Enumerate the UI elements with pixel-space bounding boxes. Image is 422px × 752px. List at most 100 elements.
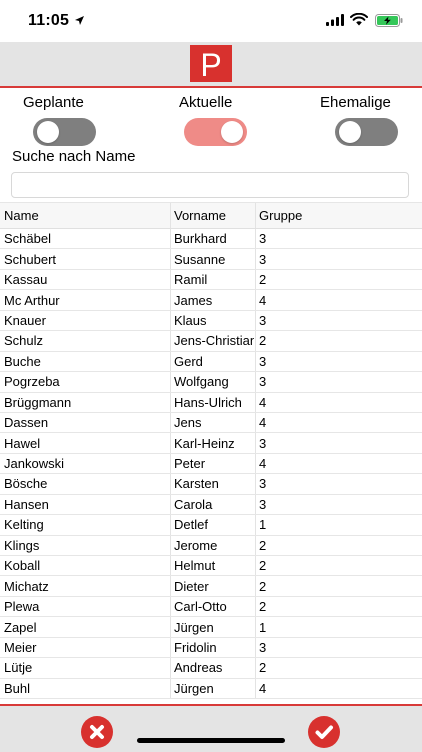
battery-charging-icon bbox=[375, 14, 403, 27]
table-row[interactable]: Kelting Detlef 1 bbox=[0, 515, 422, 536]
toggle-knob bbox=[37, 121, 59, 143]
table-row[interactable]: Hansen Carola 3 bbox=[0, 494, 422, 516]
table-row[interactable]: Klings Jerome 2 bbox=[0, 535, 422, 556]
table-row[interactable]: Pogrzeba Wolfgang 3 bbox=[0, 372, 422, 393]
cell-name: Schulz bbox=[4, 333, 44, 349]
footer-bar bbox=[0, 704, 422, 752]
close-icon bbox=[90, 725, 104, 739]
table-row[interactable]: Buhl Jürgen 4 bbox=[0, 678, 422, 700]
cell-vorname: Jens-Christian bbox=[170, 331, 254, 351]
cell-vorname: Klaus bbox=[170, 310, 254, 331]
cell-vorname: Wolfgang bbox=[170, 372, 254, 392]
app-header: P bbox=[0, 42, 422, 88]
table-row[interactable]: Michatz Dieter 2 bbox=[0, 576, 422, 597]
table-row[interactable]: Schäbel Burkhard 3 bbox=[0, 229, 422, 250]
check-icon bbox=[315, 725, 333, 739]
cell-name: Schubert bbox=[4, 251, 57, 267]
table-row[interactable]: Hawel Karl-Heinz 3 bbox=[0, 433, 422, 454]
cell-name: Koball bbox=[4, 558, 41, 574]
cell-name: Michatz bbox=[4, 578, 49, 594]
table-row[interactable]: Buche Gerd 3 bbox=[0, 351, 422, 373]
cell-vorname: Ramil bbox=[170, 269, 254, 290]
cell-gruppe: 3 bbox=[255, 249, 422, 269]
search-input[interactable] bbox=[11, 172, 409, 198]
cell-gruppe: 3 bbox=[255, 372, 422, 392]
filter-aktuell-label: Aktuelle bbox=[179, 94, 233, 111]
home-indicator bbox=[137, 738, 285, 743]
geplant-toggle[interactable] bbox=[33, 118, 96, 146]
cell-name: Kelting bbox=[4, 517, 44, 533]
table-row[interactable]: Bösche Karsten 3 bbox=[0, 474, 422, 495]
table-row[interactable]: Schubert Susanne 3 bbox=[0, 249, 422, 270]
table-row[interactable]: Zapel Jürgen 1 bbox=[0, 617, 422, 638]
cell-name: Hansen bbox=[4, 496, 49, 512]
cell-gruppe: 3 bbox=[255, 494, 422, 515]
confirm-button[interactable] bbox=[308, 716, 340, 748]
table-row[interactable]: Schulz Jens-Christian 2 bbox=[0, 331, 422, 352]
table-row[interactable]: Kassau Ramil 2 bbox=[0, 269, 422, 291]
cell-vorname: Jerome bbox=[170, 535, 254, 555]
cell-vorname: Carola bbox=[170, 494, 254, 515]
table-row[interactable]: Dassen Jens 4 bbox=[0, 412, 422, 434]
aktuell-toggle[interactable] bbox=[184, 118, 247, 146]
ehemalig-toggle[interactable] bbox=[335, 118, 398, 146]
cell-vorname: Detlef bbox=[170, 515, 254, 535]
cell-vorname: Jens bbox=[170, 412, 254, 433]
cell-gruppe: 4 bbox=[255, 392, 422, 412]
cell-vorname: Hans-Ulrich bbox=[170, 392, 254, 412]
cell-gruppe: 2 bbox=[255, 658, 422, 678]
cell-name: Hawel bbox=[4, 435, 41, 451]
cell-name: Meier bbox=[4, 639, 37, 655]
cell-vorname: Dieter bbox=[170, 576, 254, 596]
table-row[interactable]: Brüggmann Hans-Ulrich 4 bbox=[0, 392, 422, 413]
cell-name: Schäbel bbox=[4, 231, 51, 247]
status-time: 11:05 bbox=[28, 12, 70, 29]
cell-vorname: Helmut bbox=[170, 556, 254, 576]
column-header-vorname[interactable]: Vorname bbox=[170, 203, 254, 228]
cancel-button[interactable] bbox=[81, 716, 113, 748]
cell-name: Knauer bbox=[4, 312, 46, 328]
cell-gruppe: 4 bbox=[255, 453, 422, 474]
cell-name: Buche bbox=[4, 353, 41, 369]
table-row[interactable]: Knauer Klaus 3 bbox=[0, 310, 422, 332]
cell-gruppe: 4 bbox=[255, 678, 422, 699]
cell-gruppe: 3 bbox=[255, 229, 422, 249]
cell-vorname: Susanne bbox=[170, 249, 254, 269]
cell-vorname: Burkhard bbox=[170, 229, 254, 249]
cell-vorname: Peter bbox=[170, 453, 254, 474]
cell-name: Kassau bbox=[4, 272, 48, 288]
table-row[interactable]: Lütje Andreas 2 bbox=[0, 658, 422, 679]
cell-gruppe: 4 bbox=[255, 412, 422, 433]
cell-name: Buhl bbox=[4, 680, 31, 696]
cell-vorname: James bbox=[170, 290, 254, 310]
cell-gruppe: 3 bbox=[255, 474, 422, 494]
logo-letter: P bbox=[200, 47, 221, 82]
cell-gruppe: 1 bbox=[255, 617, 422, 637]
filter-ehemalig-label: Ehemalige bbox=[320, 94, 391, 111]
table-row[interactable]: Meier Fridolin 3 bbox=[0, 637, 422, 659]
cell-vorname: Karl-Heinz bbox=[170, 433, 254, 453]
table-row[interactable]: Jankowski Peter 4 bbox=[0, 453, 422, 475]
cell-gruppe: 2 bbox=[255, 596, 422, 617]
cell-vorname: Jürgen bbox=[170, 678, 254, 699]
cell-gruppe: 2 bbox=[255, 535, 422, 555]
toggle-knob bbox=[339, 121, 361, 143]
app-logo: P bbox=[190, 45, 232, 82]
table-row[interactable]: Plewa Carl-Otto 2 bbox=[0, 596, 422, 618]
table-row[interactable]: Koball Helmut 2 bbox=[0, 556, 422, 577]
column-header-gruppe[interactable]: Gruppe bbox=[255, 203, 422, 228]
cell-gruppe: 2 bbox=[255, 556, 422, 576]
cell-gruppe: 1 bbox=[255, 515, 422, 535]
cell-name: Bösche bbox=[4, 476, 48, 492]
column-header-name[interactable]: Name bbox=[4, 203, 168, 228]
table-row[interactable]: Mc Arthur James 4 bbox=[0, 290, 422, 311]
cell-gruppe: 3 bbox=[255, 637, 422, 658]
cell-gruppe: 3 bbox=[255, 310, 422, 331]
people-table: Name Vorname Gruppe Schäbel Burkhard 3 Schu… bbox=[0, 202, 422, 700]
cell-name: Dassen bbox=[4, 415, 49, 431]
cell-name: Plewa bbox=[4, 599, 40, 615]
cell-vorname: Carl-Otto bbox=[170, 596, 254, 617]
cell-vorname: Andreas bbox=[170, 658, 254, 678]
cell-gruppe: 3 bbox=[255, 351, 422, 372]
cell-vorname: Jürgen bbox=[170, 617, 254, 637]
